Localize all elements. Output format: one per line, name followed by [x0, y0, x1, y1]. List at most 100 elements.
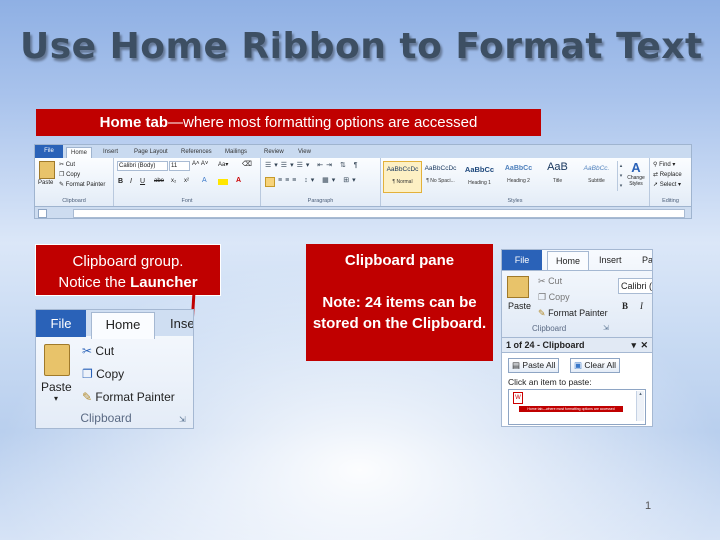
strikethrough-button[interactable]: abe — [154, 178, 164, 184]
dialog-launcher-icon[interactable]: ⇲ — [179, 415, 186, 424]
highlight-icon[interactable] — [218, 179, 228, 185]
tab-insert[interactable]: Insert — [103, 147, 118, 158]
style-name: ¶ No Spaci... — [426, 178, 455, 184]
ribbon-font-group: Calibri (Body) 11 A˄ A˅ Aa▾ ⌫ B I U abe … — [114, 158, 261, 206]
tab-review[interactable]: Review — [264, 147, 284, 158]
change-styles-label: Change Styles — [627, 175, 645, 187]
grow-shrink-font-icon[interactable]: A˄ A˅ — [192, 161, 208, 167]
cut-button[interactable]: ✂ Cut — [59, 161, 75, 168]
ribbon-clipboard-group: Paste ✂ Cut ❐ Copy ✎ Format Painter Clip… — [35, 158, 114, 206]
zoom-copy-label: Copy — [96, 367, 125, 381]
style-title[interactable]: AaB Title — [539, 161, 576, 191]
cut-label: Cut — [65, 162, 76, 168]
font-color-icon[interactable]: A — [236, 177, 241, 184]
underline-button[interactable]: U — [140, 178, 145, 185]
dialog-launcher-icon[interactable]: ⇲ — [603, 324, 609, 332]
pane-options-icon[interactable]: ▾ — [631, 338, 636, 352]
paste-button[interactable]: Paste — [38, 180, 53, 186]
styles-scroll-arrows[interactable]: ▴ ▾ ▾ — [617, 161, 624, 191]
tab-view[interactable]: View — [298, 147, 311, 158]
ribbon-styles-group: AaBbCcDc ¶ Normal AaBbCcDc ¶ No Spaci... A… — [381, 158, 650, 206]
style-subtitle[interactable]: AaBbCc. Subtitle — [578, 161, 615, 191]
tab-file[interactable]: File — [35, 145, 63, 158]
pane-format-painter-button[interactable]: ✎ Format Painter — [538, 308, 608, 319]
replace-button[interactable]: ⇄ Replace — [653, 171, 682, 178]
paste-dropdown-icon[interactable]: ▾ — [54, 394, 58, 403]
clear-all-icon: ▣ — [574, 360, 583, 370]
ruler-bar[interactable] — [73, 209, 685, 218]
zoom-paste-button[interactable]: Paste — [41, 380, 72, 394]
clipboard-item[interactable]: W Home tab—where most formatting options… — [508, 389, 646, 425]
format-painter-button[interactable]: ✎ Format Painter — [59, 181, 105, 188]
tab-selector-icon[interactable] — [38, 209, 47, 218]
bold-button[interactable]: B — [622, 301, 628, 311]
zoom-copy-button[interactable]: ❐ Copy — [82, 367, 124, 381]
tab-references[interactable]: References — [181, 147, 212, 158]
pane-font-box[interactable]: Calibri ( — [618, 278, 652, 294]
pane-cut-button[interactable]: ✂ Cut — [538, 276, 562, 287]
italic-button[interactable]: I — [640, 301, 643, 311]
font-size-box[interactable]: 11 — [169, 161, 190, 171]
style-heading-1[interactable]: AaBbCc Heading 1 — [461, 161, 498, 191]
pane-tab-home[interactable]: Home — [547, 251, 589, 271]
subscript-button[interactable]: x₂ — [171, 178, 176, 184]
ribbon-body: Paste ✂ Cut ❐ Copy ✎ Format Painter Clip… — [35, 158, 691, 206]
tab-page-layout[interactable]: Page Layout — [134, 147, 168, 158]
italic-button[interactable]: I — [130, 178, 132, 185]
replace-icon: ⇄ — [653, 172, 659, 178]
superscript-button[interactable]: x² — [184, 178, 189, 184]
pane-tab-insert[interactable]: Insert — [599, 255, 622, 265]
pane-copy-button[interactable]: ❐ Copy — [538, 292, 570, 303]
pane-tab-pa[interactable]: Pa — [642, 255, 652, 265]
pane-tab-file[interactable]: File — [502, 250, 542, 270]
change-case-icon[interactable]: Aa▾ — [218, 161, 228, 168]
clipboard-group-callout: Clipboard group. Notice the Launcher — [35, 244, 221, 296]
style-no-spacing[interactable]: AaBbCcDc ¶ No Spaci... — [422, 161, 459, 191]
clipboard-pane-screenshot: File Home Insert Pa Paste ✂ Cut ❐ Copy ✎… — [501, 249, 653, 427]
change-styles-button[interactable]: A Change Styles — [625, 160, 647, 187]
pane-tab-divider — [502, 270, 652, 271]
tab-mailings[interactable]: Mailings — [225, 147, 247, 158]
style-heading-2[interactable]: AaBbCc Heading 2 — [500, 161, 537, 191]
bold-button[interactable]: B — [118, 178, 123, 185]
font-group-label: Font — [181, 198, 193, 204]
find-button[interactable]: ⚲ Find ▾ — [653, 161, 675, 168]
list-buttons[interactable]: ☰▾☰▾☰▾ ⇤⇥ ⇅ ¶ — [265, 161, 361, 169]
style-sample: AaBbCc. — [583, 165, 610, 172]
pane-header: 1 of 24 - Clipboard ▾ ✕ — [502, 337, 652, 353]
zoom-cut-button[interactable]: ✂ Cut — [82, 344, 114, 358]
page-number: 1 — [645, 500, 652, 512]
pane-clipboard-label: Clipboard — [532, 324, 567, 333]
close-icon[interactable]: ✕ — [640, 338, 648, 352]
zoom-tab-file[interactable]: File — [36, 310, 86, 337]
copy-label: Copy — [66, 172, 81, 178]
clear-formatting-icon[interactable]: ⌫ — [242, 160, 252, 168]
zoom-tab-home[interactable]: Home — [91, 312, 155, 339]
style-sample: AaBbCc — [464, 165, 495, 174]
pane-format-painter-label: Format Painter — [548, 308, 608, 318]
zoom-tab-insert[interactable]: Inse — [170, 316, 193, 331]
align-left-button[interactable] — [265, 177, 275, 187]
item-scrollbar[interactable]: ▴ — [636, 391, 644, 421]
paste-icon[interactable] — [39, 161, 55, 179]
font-name-box[interactable]: Calibri (Body) — [117, 161, 168, 171]
copy-icon: ❐ — [538, 292, 547, 302]
alignment-buttons[interactable]: ≡≡≡ ↕▾ ▦▾ ⊞▾ — [278, 176, 359, 184]
zoom-format-painter-label: Format Painter — [95, 390, 175, 404]
word-doc-icon: W — [513, 392, 523, 404]
pane-paste-button[interactable]: Paste — [508, 301, 531, 311]
slide-title: Use Home Ribbon to Format Text — [20, 26, 703, 67]
zoom-format-painter-button[interactable]: ✎ Format Painter — [82, 390, 175, 404]
paste-all-button[interactable]: ▤ Paste All — [508, 358, 560, 373]
clipboard-item-text: Home tab—where most formatting options a… — [519, 406, 623, 412]
style-normal[interactable]: AaBbCcDc ¶ Normal — [383, 161, 422, 193]
paste-icon[interactable] — [44, 344, 70, 376]
paste-icon[interactable] — [507, 276, 529, 298]
copy-button[interactable]: ❐ Copy — [59, 171, 80, 178]
clear-all-button[interactable]: ▣ Clear All — [570, 358, 621, 373]
clipboard-group-callout-line1: Clipboard group. — [72, 253, 184, 270]
select-button[interactable]: ➚ Select ▾ — [653, 181, 681, 188]
editing-group-label: Editing — [662, 198, 679, 204]
paragraph-group-label: Paragraph — [307, 198, 334, 204]
text-effects-icon[interactable]: A — [202, 177, 207, 184]
